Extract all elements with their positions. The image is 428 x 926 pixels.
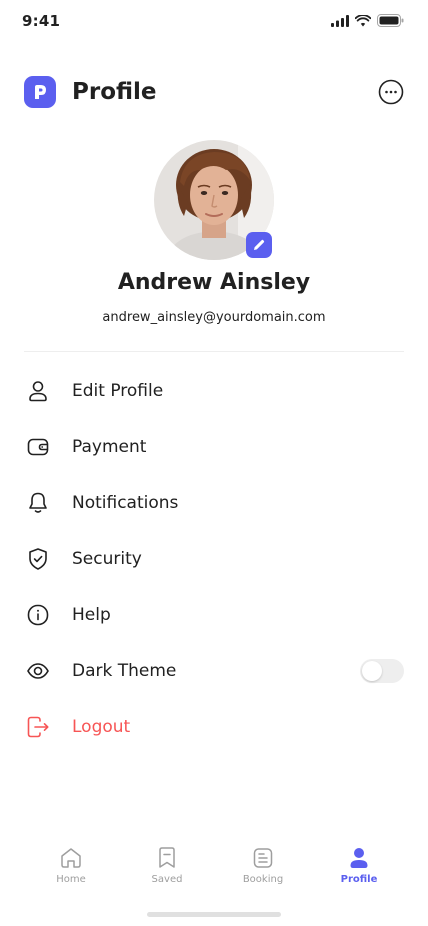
nav-label: Profile	[340, 874, 378, 885]
menu-item-label: Dark Theme	[72, 661, 177, 681]
menu-item-label: Payment	[72, 437, 147, 457]
menu-item-security[interactable]: Security	[24, 531, 404, 587]
user-icon	[24, 377, 52, 405]
status-time: 9:41	[22, 12, 61, 30]
bell-icon	[24, 489, 52, 517]
shield-check-icon	[24, 545, 52, 573]
logout-icon	[24, 713, 52, 741]
nav-item-home[interactable]: Home	[23, 846, 119, 896]
document-icon	[253, 848, 273, 868]
header: Profile	[24, 76, 404, 108]
menu-item-label: Help	[72, 605, 111, 625]
more-horizontal-icon	[378, 79, 404, 105]
eye-icon	[24, 657, 52, 685]
menu-item-notifications[interactable]: Notifications	[24, 475, 404, 531]
profile-screen: 9:41 Profile Andrew Ainsley andrew_ainsl…	[0, 0, 428, 926]
profile-icon	[350, 848, 368, 868]
nav-label: Home	[56, 874, 86, 885]
battery-icon	[377, 14, 404, 27]
dark-theme-toggle[interactable]	[360, 659, 404, 683]
user-name: Andrew Ainsley	[117, 270, 311, 295]
edit-avatar-button[interactable]	[246, 232, 272, 258]
menu-item-dark-theme[interactable]: Dark Theme	[24, 643, 404, 699]
nav-item-profile[interactable]: Profile	[311, 846, 407, 896]
pencil-icon	[254, 239, 265, 250]
nav-label: Saved	[151, 874, 183, 885]
logo-p-icon	[35, 85, 46, 99]
bookmark-icon	[159, 847, 175, 868]
avatar-container	[154, 140, 274, 260]
app-logo	[24, 76, 56, 108]
menu-item-help[interactable]: Help	[24, 587, 404, 643]
nav-item-saved[interactable]: Saved	[119, 846, 215, 896]
bottom-navigation: Home Saved Booking Profile	[0, 846, 428, 896]
more-options-button[interactable]	[378, 79, 404, 105]
user-email: andrew_ainsley@yourdomain.com	[102, 310, 326, 325]
menu-item-payment[interactable]: Payment	[24, 419, 404, 475]
nav-label: Booking	[242, 874, 284, 885]
page-title: Profile	[72, 79, 157, 105]
menu-item-edit-profile[interactable]: Edit Profile	[24, 363, 404, 419]
menu-item-logout[interactable]: Logout	[24, 699, 404, 755]
wallet-icon	[24, 433, 52, 461]
wifi-icon	[355, 14, 371, 26]
status-bar: 9:41	[0, 0, 428, 44]
divider	[24, 351, 404, 352]
home-indicator	[147, 912, 281, 917]
menu-item-label: Edit Profile	[72, 381, 164, 401]
toggle-knob	[362, 661, 382, 681]
cellular-signal-icon	[331, 14, 349, 27]
info-icon	[24, 601, 52, 629]
nav-item-booking[interactable]: Booking	[215, 846, 311, 896]
menu-item-label: Notifications	[72, 493, 179, 513]
menu-item-label: Logout	[72, 717, 131, 737]
status-icons	[331, 14, 404, 27]
settings-menu: Edit Profile Payment Notifications Secur…	[24, 363, 404, 755]
menu-item-label: Security	[72, 549, 142, 569]
home-icon	[61, 848, 81, 868]
